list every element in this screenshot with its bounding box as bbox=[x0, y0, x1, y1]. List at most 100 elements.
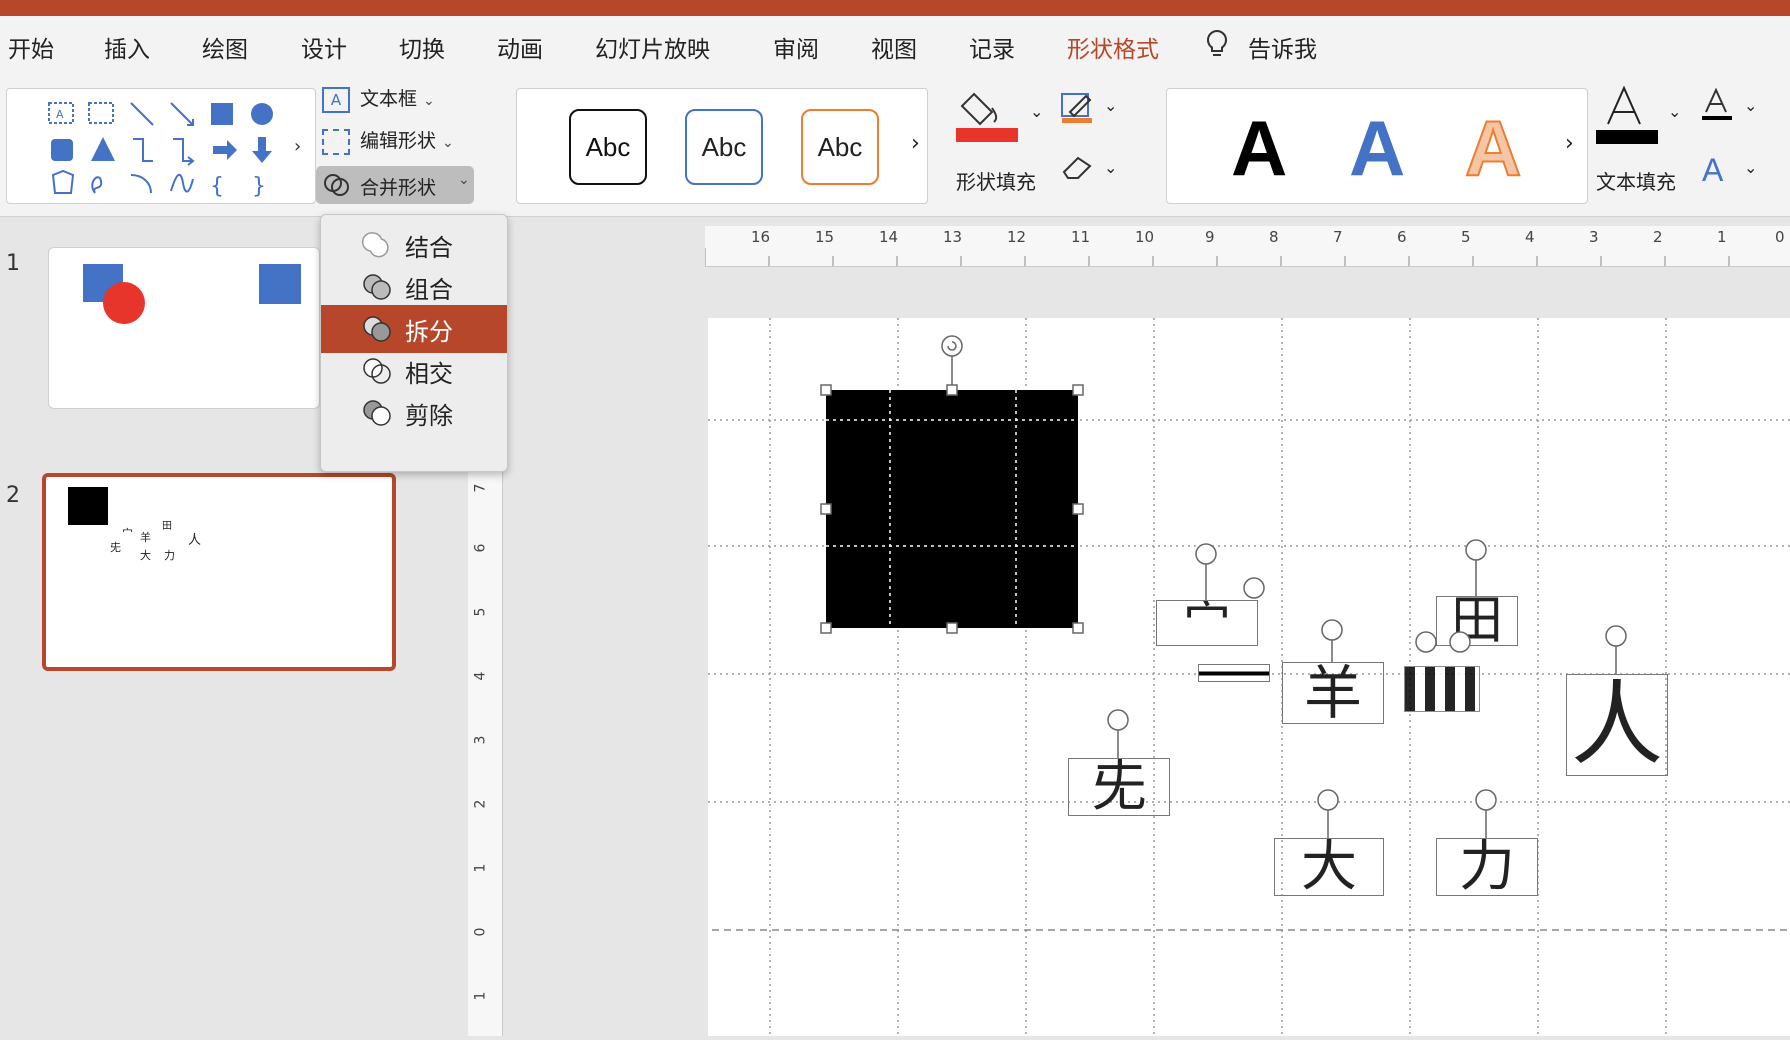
svg-text:A: A bbox=[56, 108, 64, 121]
eraser-icon[interactable] bbox=[1060, 152, 1096, 186]
red-circle bbox=[103, 282, 145, 324]
menu-item-label: 结合 bbox=[405, 233, 453, 262]
black-square bbox=[68, 487, 108, 525]
edit-shape-label: 编辑形状 bbox=[360, 130, 437, 152]
tab-insert[interactable]: 插入 bbox=[104, 30, 150, 64]
tab-record[interactable]: 记录 bbox=[969, 30, 1015, 64]
chevron-right-icon[interactable]: › bbox=[911, 131, 920, 156]
pencil-icon[interactable] bbox=[1060, 88, 1096, 128]
chevron-down-icon[interactable]: ⌄ bbox=[1104, 96, 1117, 115]
combine-icon bbox=[363, 274, 391, 300]
ruler-label: 6 bbox=[472, 543, 489, 553]
chevron-down-icon[interactable]: ⌄ bbox=[1030, 102, 1043, 121]
text-outline-icon[interactable] bbox=[1700, 87, 1736, 126]
shape-style-orange[interactable]: Abc bbox=[801, 109, 879, 185]
ruler-label: 6 bbox=[1397, 228, 1407, 246]
ruler-label: 4 bbox=[1525, 228, 1535, 246]
ruler-label: 9 bbox=[1205, 228, 1215, 246]
shape-icons-grid[interactable]: A › { } bbox=[7, 89, 315, 203]
chevron-down-icon: ⌄ bbox=[458, 172, 470, 188]
menu-item-union[interactable]: 结合 bbox=[321, 221, 507, 269]
slide-number: 2 bbox=[6, 483, 20, 508]
text-fill-icon bbox=[1596, 85, 1658, 144]
ruler-label: 14 bbox=[879, 228, 899, 246]
thumb-glyph: 宀 bbox=[122, 527, 133, 540]
ruler-label: 13 bbox=[943, 228, 963, 246]
chevron-down-icon[interactable]: ⌄ bbox=[1104, 158, 1117, 177]
glyph-rotate-handles[interactable] bbox=[708, 318, 1790, 1036]
chevron-down-icon[interactable]: ⌄ bbox=[1668, 102, 1681, 121]
thumb-glyph: 力 bbox=[164, 549, 175, 562]
ruler-label: 3 bbox=[472, 735, 489, 745]
title-bar bbox=[0, 0, 1790, 16]
chevron-down-icon[interactable]: ⌄ bbox=[1744, 158, 1757, 177]
ruler-label: 2 bbox=[472, 799, 489, 809]
thumb-glyph: 田 bbox=[162, 521, 172, 532]
ribbon-tabs: 开始 插入 绘图 设计 切换 动画 幻灯片放映 审阅 视图 记录 形状格式 告诉… bbox=[0, 16, 1790, 88]
chevron-down-icon: ⌄ bbox=[442, 135, 454, 151]
intersect-icon bbox=[363, 358, 391, 384]
ruler-label: 10 bbox=[1135, 228, 1155, 246]
wordart-gallery: A A A › bbox=[1166, 88, 1588, 204]
chevron-down-icon: ⌄ bbox=[423, 93, 435, 109]
shape-style-black[interactable]: Abc bbox=[569, 109, 647, 185]
menu-item-intersect[interactable]: 相交 bbox=[321, 347, 507, 395]
text-box-button[interactable]: A 文本框 ⌄ bbox=[322, 84, 435, 113]
slide-canvas: 宀 兂 羊 田 人 大 力 bbox=[508, 318, 1790, 1036]
tab-slideshow[interactable]: 幻灯片放映 bbox=[595, 30, 710, 64]
ruler-label: 5 bbox=[1461, 228, 1471, 246]
merge-shapes-menu: 结合 组合 拆分 相交 剪除 bbox=[320, 214, 508, 472]
paint-bucket-icon bbox=[956, 92, 1018, 142]
ruler-label: 7 bbox=[472, 483, 489, 493]
tab-draw[interactable]: 绘图 bbox=[202, 30, 248, 64]
menu-item-label: 拆分 bbox=[405, 317, 453, 346]
menu-item-combine[interactable]: 组合 bbox=[321, 263, 507, 311]
merge-shapes-label: 合并形状 bbox=[360, 177, 437, 199]
tab-design[interactable]: 设计 bbox=[301, 30, 347, 64]
menu-item-label: 相交 bbox=[405, 359, 453, 388]
menu-item-label: 组合 bbox=[405, 275, 453, 304]
wordart-blue[interactable]: A bbox=[1349, 103, 1405, 194]
ruler-label: 5 bbox=[472, 607, 489, 617]
tab-review[interactable]: 审阅 bbox=[773, 30, 819, 64]
tab-animations[interactable]: 动画 bbox=[497, 30, 543, 64]
menu-item-subtract[interactable]: 剪除 bbox=[321, 389, 507, 437]
svg-text:{: { bbox=[210, 174, 224, 199]
menu-item-label: 剪除 bbox=[405, 401, 453, 430]
tab-shape-format[interactable]: 形状格式 bbox=[1067, 30, 1159, 64]
text-fill-button[interactable] bbox=[1594, 84, 1660, 150]
chevron-right-icon[interactable]: › bbox=[1565, 131, 1574, 156]
wordart-orange[interactable]: A bbox=[1464, 103, 1522, 194]
ruler-label: 0 bbox=[472, 927, 489, 937]
ruler-label: 12 bbox=[1007, 228, 1027, 246]
text-effects-icon[interactable]: A bbox=[1702, 152, 1723, 189]
slide-thumbnail-2[interactable]: 宀 兂 羊 田 人 大 力 bbox=[42, 473, 396, 671]
union-icon bbox=[361, 232, 389, 258]
shape-style-blue[interactable]: Abc bbox=[685, 109, 763, 185]
ribbon: A › { } A 文本框 ⌄ 编辑形状 ⌄ 合并形状 ⌄ Abc Abc Ab… bbox=[0, 74, 1790, 217]
thumb-glyph: 大 bbox=[140, 549, 151, 562]
wordart-black[interactable]: A bbox=[1231, 103, 1287, 194]
vertical-ruler: 7 6 5 4 3 2 1 0 1 bbox=[468, 468, 503, 1036]
horizontal-ruler: 16 15 14 13 12 11 10 9 8 7 6 5 4 3 2 1 0 bbox=[704, 226, 1790, 267]
tab-view[interactable]: 视图 bbox=[871, 30, 917, 64]
insert-shapes-gallery: A › { } bbox=[6, 88, 316, 204]
edit-shape-button[interactable]: 编辑形状 ⌄ bbox=[322, 126, 454, 155]
thumb-glyph: 兂 bbox=[110, 541, 121, 554]
menu-item-fragment[interactable]: 拆分 bbox=[321, 305, 507, 353]
slide-thumbnail-1[interactable] bbox=[48, 247, 320, 409]
edit-shape-icon bbox=[322, 128, 350, 155]
ruler-label: 2 bbox=[1653, 228, 1663, 246]
text-box-label: 文本框 bbox=[360, 88, 418, 110]
ruler-label: 16 bbox=[751, 228, 771, 246]
thumb-glyph: 人 bbox=[188, 533, 202, 548]
tab-home[interactable]: 开始 bbox=[8, 30, 54, 64]
tab-transitions[interactable]: 切换 bbox=[399, 30, 445, 64]
subtract-icon bbox=[363, 400, 391, 426]
tell-me-search[interactable]: 告诉我 bbox=[1248, 30, 1317, 64]
ruler-label: 1 bbox=[1717, 228, 1727, 246]
merge-shapes-button[interactable]: 合并形状 ⌄ bbox=[316, 166, 474, 204]
svg-text:›: › bbox=[294, 136, 301, 157]
shape-fill-button[interactable] bbox=[954, 84, 1024, 142]
chevron-down-icon[interactable]: ⌄ bbox=[1744, 96, 1757, 115]
